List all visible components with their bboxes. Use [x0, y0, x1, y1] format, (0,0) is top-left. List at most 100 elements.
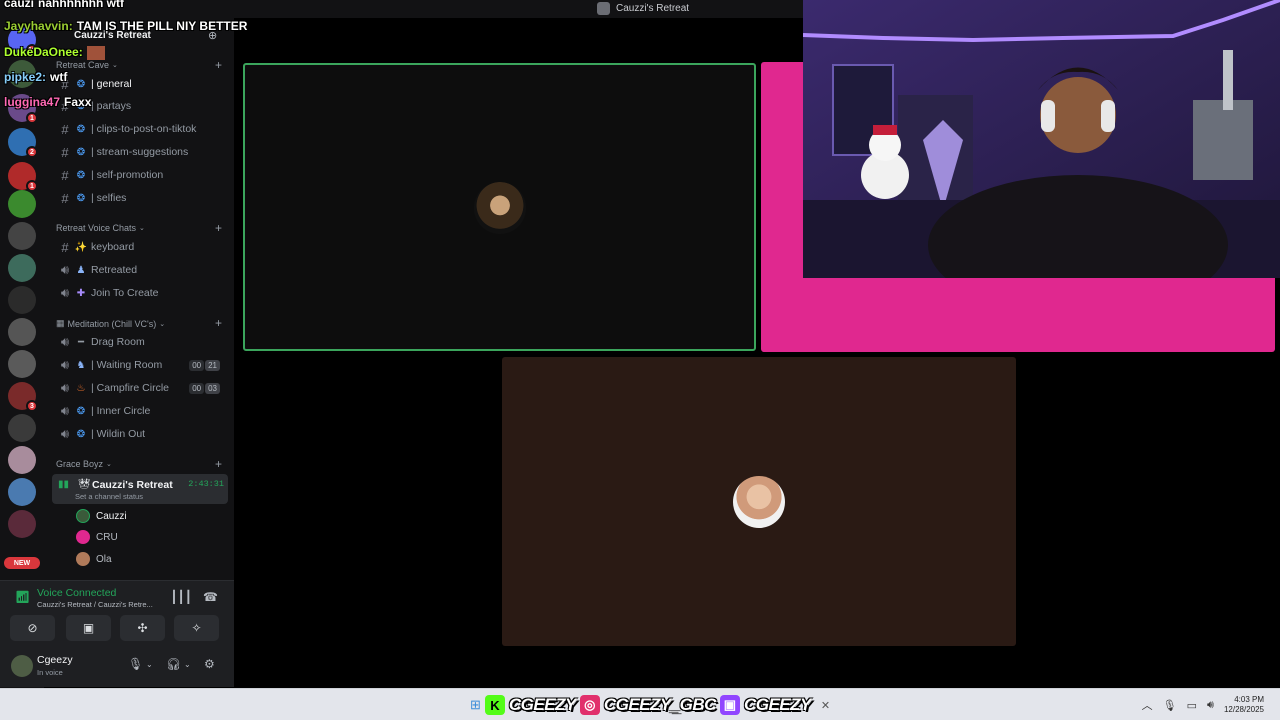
microphone-icon[interactable]: 🎙︎: [128, 657, 143, 671]
camera-off-button[interactable]: ⊘: [10, 615, 55, 641]
clock-date: 12/28/2025: [1223, 705, 1264, 714]
plus-icon: ✚: [76, 287, 86, 299]
voice-location[interactable]: Cauzzi's Retreat / Cauzzi's Retre...: [37, 600, 153, 609]
category-retreat-voice[interactable]: Retreat Voice Chats ⌄: [56, 223, 145, 233]
share-screen-icon: ▣: [82, 621, 95, 635]
channel-join-to-create[interactable]: 🔊︎ ✚ Join To Create: [52, 283, 228, 303]
avatar[interactable]: [11, 655, 33, 677]
wave-icon: ❂: [76, 146, 86, 158]
add-channel-icon[interactable]: +: [215, 59, 222, 71]
user-count: 00 03: [189, 382, 220, 394]
channel-drag-room[interactable]: 🔊︎ ━ Drag Room: [52, 332, 228, 352]
x-icon: ✕: [820, 699, 831, 712]
server-icon[interactable]: [8, 222, 36, 250]
channel-campfire-circle[interactable]: 🔊︎ ♨ | Campfire Circle 00 03: [52, 378, 228, 398]
hash-icon: #: [61, 121, 69, 137]
twitch-icon: ▣: [719, 695, 740, 715]
speaker-icon: 🔊︎: [60, 334, 70, 349]
channel-label: | stream-suggestions: [91, 146, 189, 158]
add-channel-icon[interactable]: +: [215, 317, 222, 329]
server-icon[interactable]: [8, 446, 36, 474]
signal-icon[interactable]: 📶︎: [15, 590, 30, 604]
member-name: Ola: [96, 553, 112, 565]
server-icon[interactable]: 1: [8, 94, 38, 124]
video-tile-ola[interactable]: [502, 357, 1016, 646]
voice-member[interactable]: Cauzzi: [76, 506, 127, 526]
channel-selfies[interactable]: # ❂ | selfies: [52, 188, 228, 208]
new-badge[interactable]: NEW: [4, 557, 40, 569]
activities-button[interactable]: ✣: [120, 615, 165, 641]
meditation-icon: ▦: [56, 318, 65, 328]
server-icon[interactable]: 1: [8, 162, 38, 192]
server-icon[interactable]: [8, 350, 36, 378]
display-icon[interactable]: ▭: [1187, 699, 1197, 712]
wave-icon: ❂: [76, 100, 86, 112]
voice-member[interactable]: Ola: [76, 549, 112, 569]
window-title-text: Cauzzi's Retreat: [616, 3, 690, 14]
wave-icon: ❂: [76, 123, 86, 135]
category-meditation[interactable]: ▦ Meditation (Chill VC's) ⌄: [56, 318, 165, 329]
unread-badge: 1: [26, 112, 38, 124]
server-icon[interactable]: 3: [8, 382, 38, 412]
server-header[interactable]: Cauzzi's Retreat ⊕: [44, 18, 234, 52]
server-icon[interactable]: [8, 510, 36, 538]
add-channel-icon[interactable]: +: [215, 222, 222, 234]
channel-status[interactable]: Set a channel status: [75, 492, 143, 501]
participant-avatar: [733, 476, 785, 528]
category-retreat-cave[interactable]: Retreat Cave ⌄: [56, 60, 118, 70]
chevron-down-icon[interactable]: ⌄: [146, 660, 153, 669]
chevron-down-icon: ⌄: [106, 461, 112, 468]
voice-member[interactable]: CRU: [76, 527, 118, 547]
person-icon: ♟: [76, 264, 86, 276]
channel-self-promotion[interactable]: # ❂ | self-promotion: [52, 165, 228, 185]
server-icon[interactable]: [8, 318, 36, 346]
meditation-person-icon: ♞: [76, 359, 86, 371]
server-icon[interactable]: [8, 478, 36, 506]
microphone-icon[interactable]: 🎙︎: [1163, 699, 1177, 712]
chevron-up-icon[interactable]: ︿: [1142, 697, 1153, 713]
channel-inner-circle[interactable]: 🔊︎ ❂ | Inner Circle: [52, 401, 228, 421]
voice-panel: 📶︎ Voice Connected Cauzzi's Retreat / Ca…: [0, 580, 234, 687]
server-icon[interactable]: 2: [8, 128, 38, 158]
channel-wildin-out[interactable]: 🔊︎ ❂ | Wildin Out: [52, 424, 228, 444]
headphones-icon[interactable]: 🎧︎: [166, 657, 181, 671]
channel-clips[interactable]: # ❂ | clips-to-post-on-tiktok: [52, 119, 228, 139]
clock-time: 4:03 PM: [1234, 695, 1264, 704]
channel-stream-suggestions[interactable]: # ❂ | stream-suggestions: [52, 142, 228, 162]
server-icon[interactable]: [8, 286, 36, 314]
disconnect-icon[interactable]: ☎: [203, 590, 218, 604]
chevron-down-icon[interactable]: ⌄: [184, 660, 191, 669]
add-channel-icon[interactable]: +: [215, 458, 222, 470]
server-icon[interactable]: [8, 60, 36, 88]
activities-icon: ✣: [137, 621, 148, 635]
voice-timer: 2:43:31: [188, 479, 224, 489]
video-tile-cauzzi[interactable]: [243, 63, 756, 351]
settings-gear-icon[interactable]: ⚙: [204, 657, 215, 671]
volume-icon[interactable]: 🔊︎: [1207, 699, 1214, 712]
category-grace-boyz[interactable]: Grace Boyz ⌄: [56, 459, 112, 469]
channel-waiting-room[interactable]: 🔊︎ ♞ | Waiting Room 00 21: [52, 355, 228, 375]
active-voice-channel[interactable]: ▮▮ 👑︎ Cauzzi's Retreat Set a channel sta…: [52, 474, 228, 504]
clock[interactable]: 4:03 PM 12/28/2025: [1224, 695, 1264, 715]
screen: Cauzzi's Retreat 10 1 2 1 3 NEW Cauzzi's…: [0, 0, 1280, 720]
server-icon[interactable]: [8, 190, 36, 218]
share-screen-button[interactable]: ▣: [66, 615, 111, 641]
channel-partays[interactable]: # ❂ | partays: [52, 96, 228, 116]
participant-avatar: [474, 182, 526, 234]
noise-suppression-icon[interactable]: ┃┃┃: [170, 590, 192, 604]
channel-retreated[interactable]: 🔊︎ ♟ Retreated: [52, 260, 228, 280]
server-icon[interactable]: [8, 414, 36, 442]
channel-general[interactable]: # ❂ | general: [52, 74, 228, 94]
chevron-down-icon: ⌄: [139, 225, 145, 232]
streamer-webcam: [803, 0, 1280, 278]
invite-icon[interactable]: ⊕: [208, 30, 220, 42]
windows-start-icon[interactable]: ⊞: [470, 697, 481, 713]
server-icon[interactable]: [8, 254, 36, 282]
channel-label: Drag Room: [91, 336, 145, 348]
channel-keyboard[interactable]: # ✨ keyboard: [52, 237, 228, 257]
server-icon[interactable]: 10: [8, 26, 38, 56]
social-handles-overlay: ⊞ K CGEEZY ◎ CGEEZY_GBC ▣ CGEEZY ✕: [470, 693, 830, 717]
soundboard-button[interactable]: ✧: [174, 615, 219, 641]
hash-icon: #: [61, 144, 69, 160]
social-handle: CGEEZY: [508, 695, 576, 714]
